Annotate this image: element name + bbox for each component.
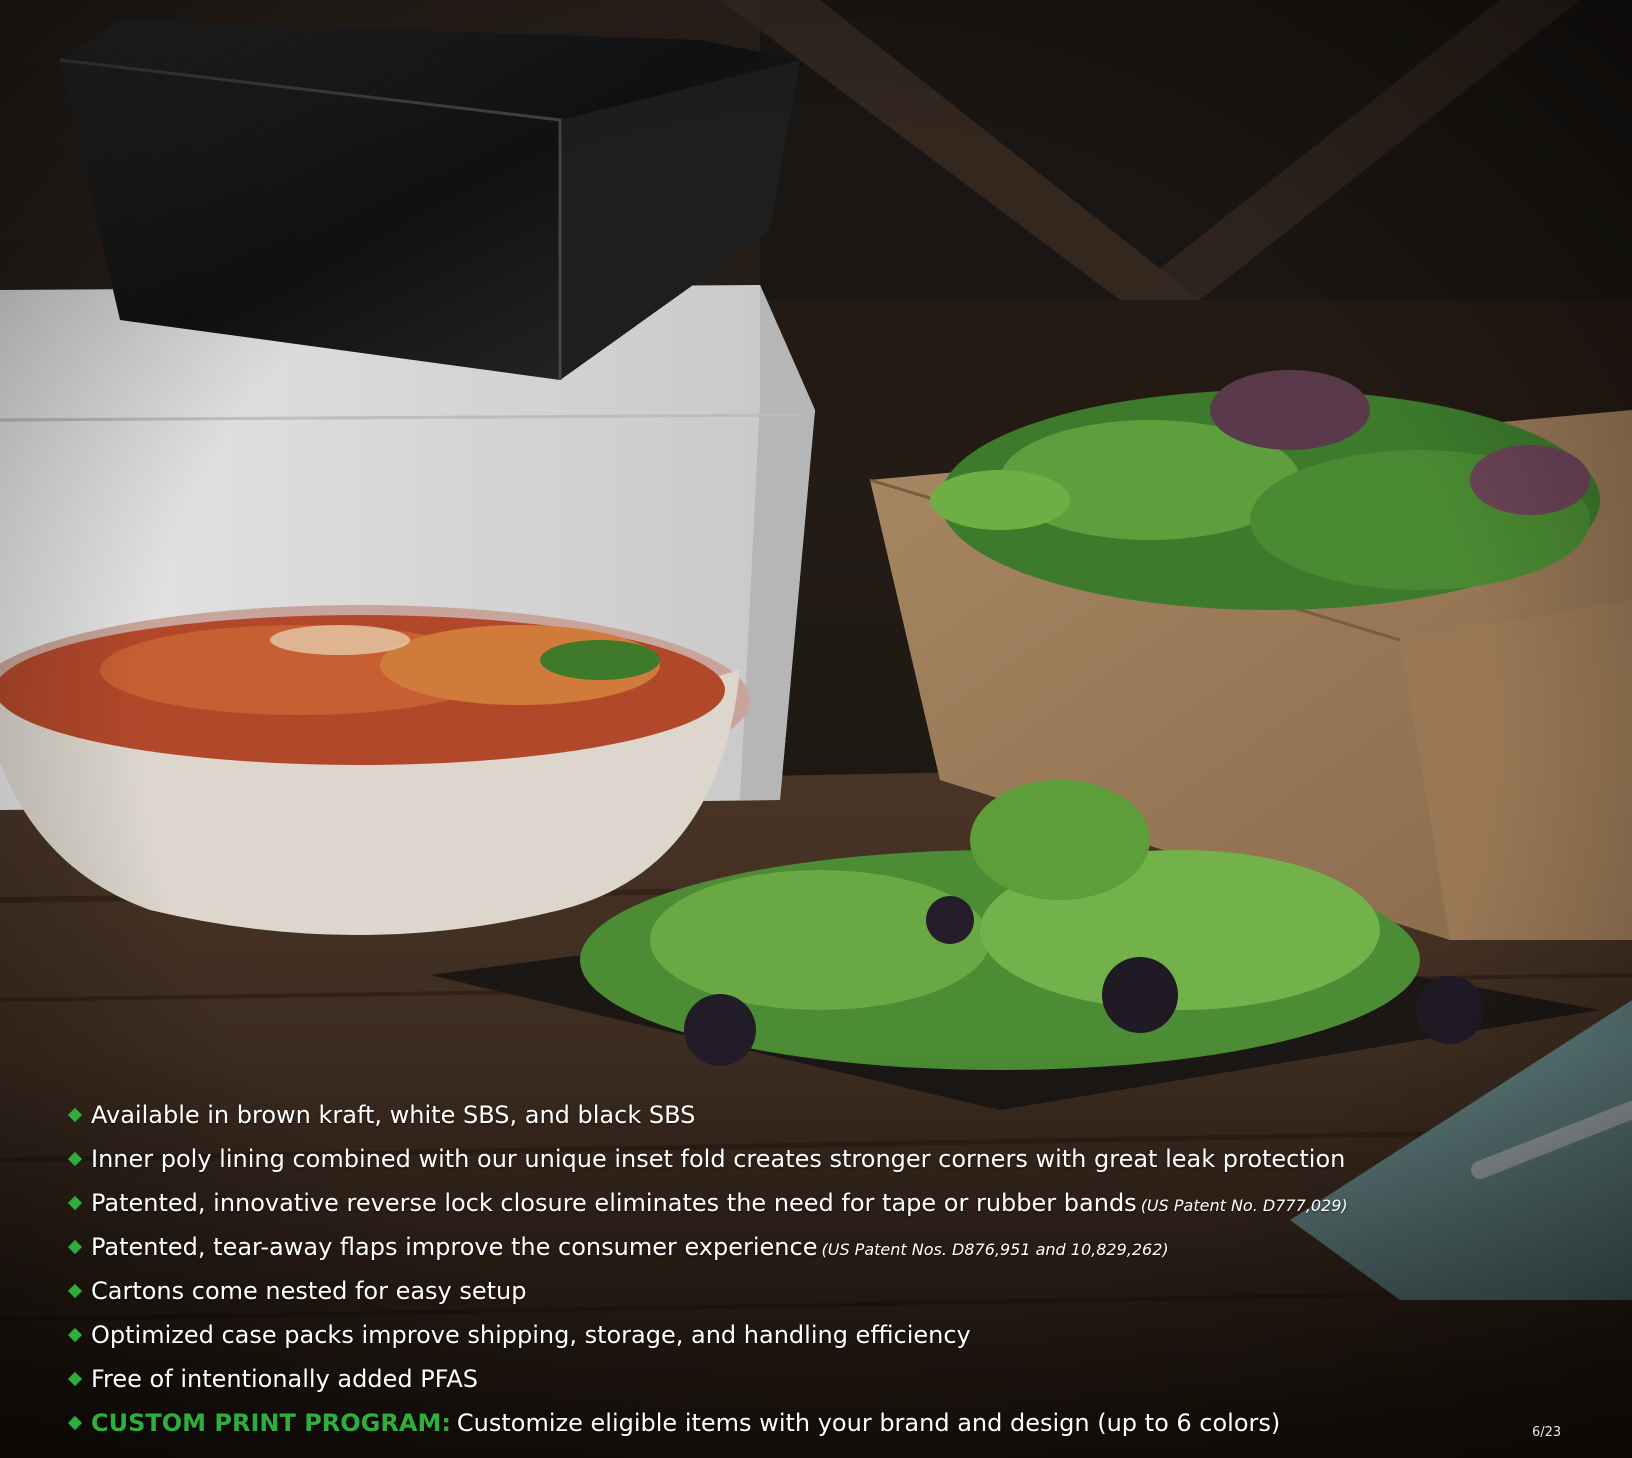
- diamond-bullet-icon: [67, 1195, 83, 1211]
- feature-item: Free of intentionally added PFAS: [67, 1364, 478, 1394]
- feature-text: Patented, tear-away flaps improve the co…: [91, 1233, 818, 1261]
- feature-item: Cartons come nested for easy setup: [67, 1276, 527, 1306]
- feature-item: Optimized case packs improve shipping, s…: [67, 1320, 971, 1350]
- feature-item: Available in brown kraft, white SBS, and…: [67, 1100, 696, 1130]
- diamond-bullet-icon: [67, 1415, 83, 1431]
- feature-item: Patented, tear-away flaps improve the co…: [67, 1232, 1169, 1265]
- feature-text: Inner poly lining combined with our uniq…: [91, 1145, 1346, 1173]
- diamond-bullet-icon: [67, 1327, 83, 1343]
- diamond-bullet-icon: [67, 1151, 83, 1167]
- feature-item: CUSTOM PRINT PROGRAM: Customize eligible …: [67, 1408, 1281, 1438]
- feature-text: Free of intentionally added PFAS: [91, 1365, 478, 1393]
- diamond-bullet-icon: [67, 1371, 83, 1387]
- patent-note: (US Patent No. D777,029): [1140, 1196, 1348, 1215]
- feature-text: Available in brown kraft, white SBS, and…: [91, 1101, 696, 1129]
- diamond-bullet-icon: [67, 1239, 83, 1255]
- feature-item: Inner poly lining combined with our uniq…: [67, 1144, 1346, 1174]
- custom-print-label: CUSTOM PRINT PROGRAM:: [91, 1409, 451, 1437]
- feature-text: Customize eligible items with your brand…: [456, 1409, 1281, 1437]
- feature-text: Optimized case packs improve shipping, s…: [91, 1321, 971, 1349]
- patent-note: (US Patent Nos. D876,951 and 10,829,262): [821, 1240, 1169, 1259]
- page-number: 6/23: [1532, 1425, 1562, 1440]
- feature-item: Patented, innovative reverse lock closur…: [67, 1188, 1348, 1221]
- feature-text: Cartons come nested for easy setup: [91, 1277, 527, 1305]
- diamond-bullet-icon: [67, 1283, 83, 1299]
- diamond-bullet-icon: [67, 1107, 83, 1123]
- feature-text: Patented, innovative reverse lock closur…: [91, 1189, 1137, 1217]
